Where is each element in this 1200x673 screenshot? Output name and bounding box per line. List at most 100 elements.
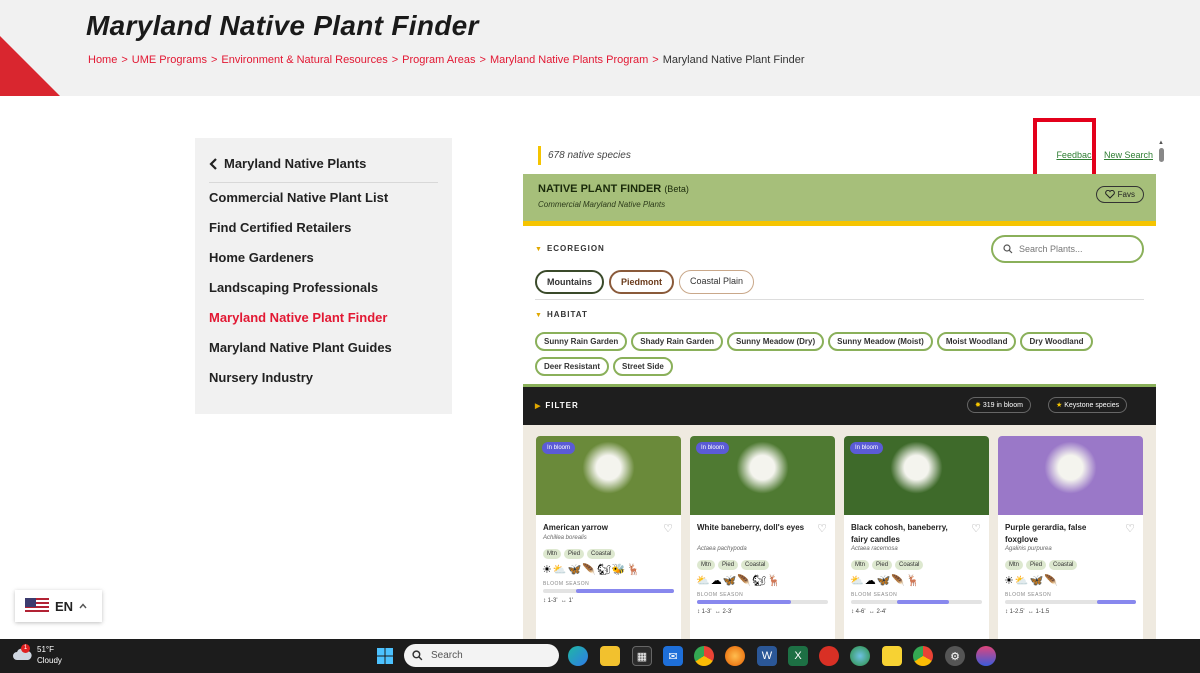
sidebar-item-certified-retailers[interactable]: Find Certified Retailers — [209, 220, 392, 250]
app-flame-icon[interactable] — [976, 646, 996, 666]
scrollbar[interactable]: ▲ — [1156, 140, 1166, 170]
habitat-moist-woodland[interactable]: Moist Woodland — [936, 332, 1017, 351]
bloom-season-track — [543, 589, 674, 593]
microsoft-store-icon[interactable]: ▦ — [632, 646, 652, 666]
plant-card[interactable]: In bloom American yarrow ♡ Achillea bore… — [536, 436, 681, 646]
ecoregion-coastal-plain[interactable]: Coastal Plain — [679, 270, 755, 294]
sidebar-item-nursery[interactable]: Nursery Industry — [209, 370, 392, 400]
bloom-season-label: BLOOM SEASON — [851, 592, 898, 598]
bloom-season-label: BLOOM SEASON — [1005, 592, 1052, 598]
plant-card[interactable]: Purple gerardia, false foxglove ♡ Agalin… — [998, 436, 1143, 646]
habitat-sunny-rain-garden[interactable]: Sunny Rain Garden — [535, 332, 628, 351]
maps-globe-icon[interactable] — [850, 646, 870, 666]
heart-icon[interactable]: ♡ — [1125, 522, 1135, 535]
heart-icon[interactable]: ♡ — [663, 522, 673, 535]
sticky-notes-icon[interactable] — [882, 646, 902, 666]
taskbar: 1 51°F Cloudy Search ▦ ✉ W X ⚙ — [0, 639, 1200, 673]
triangle-down-icon: ▼ — [535, 312, 543, 319]
file-explorer-icon[interactable] — [600, 646, 620, 666]
firefox-icon[interactable] — [725, 646, 745, 666]
breadcrumb-native-plants-program[interactable]: Maryland Native Plants Program — [490, 54, 648, 66]
plant-width: 1' — [568, 598, 573, 604]
ecoregion-tag: Pied — [1026, 560, 1047, 570]
ecoregion-tag: Coastal — [741, 560, 770, 570]
plant-common-name[interactable]: American yarrow — [543, 522, 658, 534]
ecoregion-tags: Mtn Pied Coastal — [543, 549, 616, 559]
ecoregion-mountains[interactable]: Mountains — [535, 270, 604, 294]
ecoregion-tags: Mtn Pied Coastal — [1005, 560, 1078, 570]
bloom-season-fill — [575, 589, 674, 593]
bloom-season-label: BLOOM SEASON — [543, 581, 590, 587]
plant-size: ↕ 4-6' ↔ 2-4' — [851, 609, 887, 615]
ecoregion-tag: Coastal — [1049, 560, 1078, 570]
heart-icon[interactable]: ♡ — [971, 522, 981, 535]
highlight-box — [1033, 118, 1096, 178]
plant-width: 2-3' — [722, 609, 733, 615]
pdf-reader-icon[interactable] — [819, 646, 839, 666]
scrollbar-thumb[interactable] — [1158, 148, 1164, 162]
breadcrumb-home[interactable]: Home — [88, 54, 117, 66]
plant-scientific-name: Actaea racemosa — [851, 546, 898, 552]
habitat-deer-resistant[interactable]: Deer Resistant — [535, 357, 610, 376]
new-search-link[interactable]: New Search — [1104, 150, 1153, 160]
plant-attribute-icons: ⛅☁🦋🪶🐿🦌 — [696, 575, 782, 587]
favs-button[interactable]: Favs — [1095, 186, 1144, 203]
settings-gear-icon[interactable]: ⚙ — [945, 646, 965, 666]
language-selector[interactable]: EN — [15, 590, 102, 622]
in-bloom-badge: In bloom — [542, 442, 576, 454]
notification-badge: 1 — [21, 644, 30, 653]
sidebar-item-commercial-list[interactable]: Commercial Native Plant List — [209, 190, 392, 220]
sidebar-item-plant-finder[interactable]: Maryland Native Plant Finder — [209, 310, 392, 340]
weather-widget[interactable]: 1 51°F Cloudy — [12, 644, 62, 666]
heart-icon[interactable]: ♡ — [817, 522, 827, 535]
scroll-up-icon[interactable]: ▲ — [1156, 140, 1166, 146]
decorative-triangle — [0, 36, 60, 96]
in-bloom-badge: In bloom — [850, 442, 884, 454]
breadcrumb-ume-programs[interactable]: UME Programs — [132, 54, 207, 66]
search-input[interactable]: Search Plants... — [991, 235, 1144, 263]
keystone-button[interactable]: ★ Keystone species — [1048, 397, 1128, 413]
plant-card[interactable]: In bloom Black cohosh, baneberry, fairy … — [844, 436, 989, 646]
filter-heading[interactable]: ▶ FILTER — [535, 401, 579, 410]
plant-common-name[interactable]: Black cohosh, baneberry, fairy candles — [851, 522, 966, 546]
excel-icon[interactable]: X — [788, 646, 808, 666]
ecoregion-heading: ▼ ECOREGION — [535, 244, 605, 253]
taskbar-search[interactable]: Search — [404, 644, 559, 667]
sidebar-item-plant-guides[interactable]: Maryland Native Plant Guides — [209, 340, 392, 370]
habitat-dry-woodland[interactable]: Dry Woodland — [1020, 332, 1093, 351]
ecoregion-piedmont[interactable]: Piedmont — [609, 270, 675, 294]
filter-bar[interactable]: ▶ FILTER ✸ 319 in bloom ★ Keystone specie… — [523, 387, 1156, 425]
breadcrumb-program-areas[interactable]: Program Areas — [402, 54, 475, 66]
bloom-season-fill — [1096, 600, 1136, 604]
triangle-right-icon: ▶ — [535, 403, 542, 410]
bloom-season-track — [1005, 600, 1136, 604]
breadcrumb-environment[interactable]: Environment & Natural Resources — [221, 54, 387, 66]
chrome-profile-icon[interactable] — [913, 646, 933, 666]
windows-start-icon[interactable] — [375, 646, 395, 666]
chrome-icon[interactable] — [694, 646, 714, 666]
plant-width: 1-1.5 — [1035, 609, 1050, 615]
count-accent — [538, 146, 541, 165]
edge-browser-icon[interactable] — [568, 646, 588, 666]
plant-common-name[interactable]: Purple gerardia, false foxglove — [1005, 522, 1120, 546]
habitat-sunny-meadow-dry[interactable]: Sunny Meadow (Dry) — [727, 332, 825, 351]
sidebar-back-link[interactable]: Maryland Native Plants — [209, 156, 366, 171]
in-bloom-button[interactable]: ✸ 319 in bloom — [967, 397, 1031, 413]
plant-card-grid: In bloom American yarrow ♡ Achillea bore… — [523, 425, 1156, 646]
outlook-icon[interactable]: ✉ — [663, 646, 683, 666]
plant-card[interactable]: In bloom White baneberry, doll's eyes ♡ … — [690, 436, 835, 646]
word-icon[interactable]: W — [757, 646, 777, 666]
search-icon — [412, 650, 423, 661]
sidebar-item-landscaping[interactable]: Landscaping Professionals — [209, 280, 392, 310]
habitat-sunny-meadow-moist[interactable]: Sunny Meadow (Moist) — [828, 332, 933, 351]
habitat-street-side[interactable]: Street Side — [613, 357, 673, 376]
habitat-shady-rain-garden[interactable]: Shady Rain Garden — [631, 332, 724, 351]
chevron-up-icon — [79, 603, 87, 609]
plant-common-name[interactable]: White baneberry, doll's eyes — [697, 522, 812, 534]
triangle-down-icon: ▼ — [535, 246, 543, 253]
plant-attribute-icons: ☀⛅🦋🪶 — [1004, 575, 1059, 587]
weather-condition: Cloudy — [37, 656, 62, 665]
sidebar-item-home-gardeners[interactable]: Home Gardeners — [209, 250, 392, 280]
banner-stripe — [523, 221, 1156, 226]
banner-subtitle: Commercial Maryland Native Plants — [538, 200, 666, 209]
